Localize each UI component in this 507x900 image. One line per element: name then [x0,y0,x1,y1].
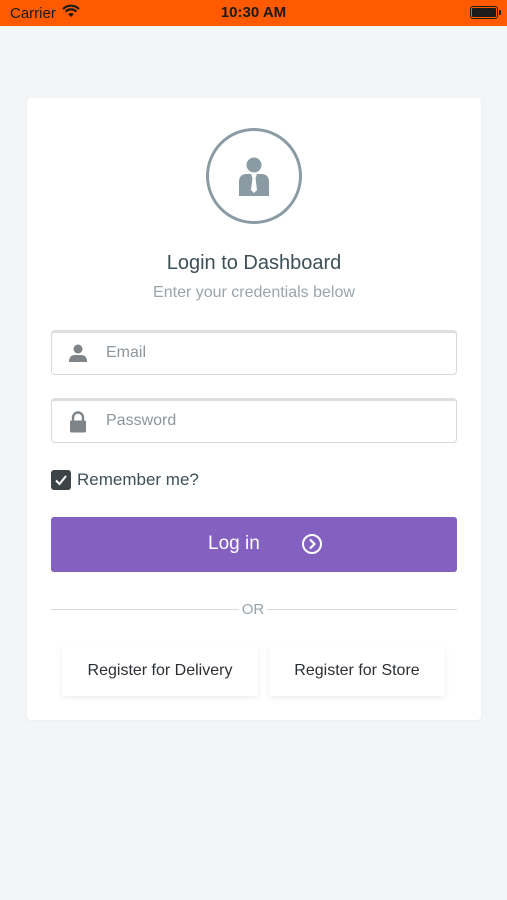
email-input[interactable] [106,333,446,373]
clock-time: 10:30 AM [220,4,287,21]
register-store-button[interactable]: Register for Store [269,646,445,696]
divider-left [51,609,239,610]
lock-icon [68,411,88,438]
password-input[interactable] [106,401,446,441]
or-separator: OR [241,601,265,618]
password-field-container [51,398,457,443]
status-bar: Carrier 10:30 AM [0,0,507,26]
email-field-container [51,330,457,375]
business-user-icon [206,128,302,224]
remember-checkbox[interactable] [51,470,71,490]
divider-right [267,609,457,610]
login-button-label: Log in [208,533,260,554]
page-subtitle: Enter your credentials below [153,284,355,301]
register-delivery-button[interactable]: Register for Delivery [62,646,258,696]
page-title: Login to Dashboard [166,252,342,274]
battery-icon [470,6,501,19]
remember-label: Remember me? [77,470,199,489]
login-card: Login to Dashboard Enter your credential… [27,98,481,720]
login-button[interactable]: Log in [51,517,457,572]
user-icon [68,343,88,368]
chevron-right-circle-icon [301,533,323,560]
